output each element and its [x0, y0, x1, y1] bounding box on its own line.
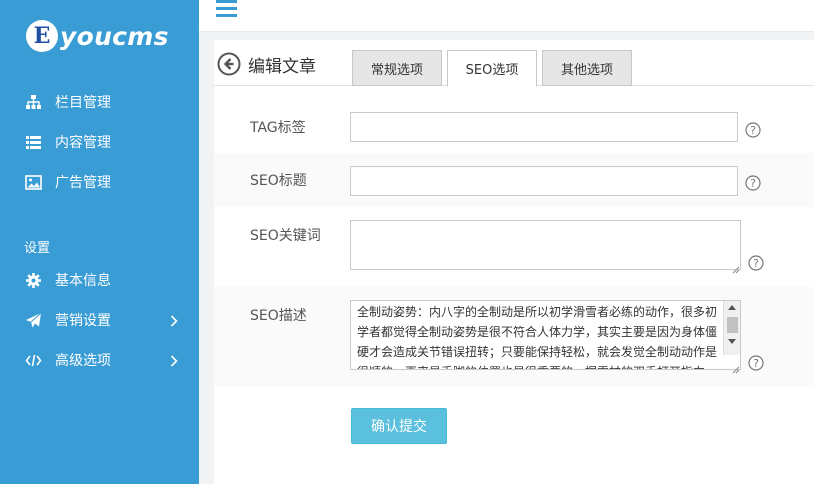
- sidebar-item-label: 广告管理: [55, 175, 111, 191]
- form-row-seo-description: SEO描述 全制动姿势：内八字的全制动是所以初学滑雪者必练的动作，很多初学者都觉…: [214, 287, 814, 387]
- sidebar-item-marketing[interactable]: 营销设置: [0, 300, 199, 340]
- resize-grip-icon[interactable]: [730, 259, 740, 274]
- tag-label: TAG标签: [250, 120, 306, 136]
- page-header: 编辑文章 常规选项 SEO选项 其他选项: [214, 40, 814, 87]
- main-content: 编辑文章 常规选项 SEO选项 其他选项 TAG标签 ? SEO标题 ? SEO…: [214, 40, 814, 484]
- scroll-down-arrow-icon[interactable]: [728, 339, 736, 344]
- resize-grip-icon[interactable]: [730, 359, 740, 374]
- seo-title-input[interactable]: [350, 166, 738, 196]
- sidebar-item-label: 高级选项: [55, 353, 111, 369]
- svg-text:?: ?: [753, 357, 759, 370]
- seo-description-label: SEO描述: [250, 308, 307, 324]
- sidebar-item-ads[interactable]: 广告管理: [0, 162, 199, 202]
- help-icon[interactable]: ?: [745, 175, 761, 191]
- submit-button[interactable]: 确认提交: [351, 408, 447, 444]
- form-row-seo-keywords: SEO关键词 ?: [214, 207, 814, 287]
- svg-text:?: ?: [750, 124, 756, 137]
- back-arrow-icon[interactable]: [217, 52, 241, 76]
- send-icon: [25, 312, 42, 329]
- tab-seo[interactable]: SEO选项: [447, 50, 537, 87]
- seo-keywords-textarea[interactable]: [350, 220, 741, 270]
- sidebar-item-label: 基本信息: [55, 273, 111, 289]
- textarea-scrollbar[interactable]: [723, 301, 740, 355]
- page-title: 编辑文章: [248, 57, 316, 77]
- tag-input[interactable]: [350, 112, 738, 142]
- gear-icon: [25, 272, 42, 289]
- chevron-right-icon: [167, 313, 181, 327]
- logo-text: youcms: [60, 21, 169, 51]
- chevron-right-icon: [167, 353, 181, 367]
- app-root: E youcms 栏目管理 内容管理 广告管理 设置 基本信息 营销设置 高级选…: [0, 0, 814, 484]
- sidebar-item-label: 内容管理: [55, 135, 111, 151]
- sidebar-item-columns[interactable]: 栏目管理: [0, 82, 199, 122]
- sidebar-item-label: 栏目管理: [55, 95, 111, 111]
- svg-text:?: ?: [750, 177, 756, 190]
- form-row-tag: TAG标签 ?: [214, 101, 814, 153]
- code-icon: [25, 352, 42, 369]
- sidebar-item-basic-info[interactable]: 基本信息: [0, 260, 199, 300]
- seo-description-textarea[interactable]: 全制动姿势：内八字的全制动是所以初学滑雪者必练的动作，很多初学者都觉得全制动姿势…: [350, 300, 741, 370]
- sidebar-item-content[interactable]: 内容管理: [0, 122, 199, 162]
- scrollbar-thumb[interactable]: [727, 317, 738, 333]
- help-icon[interactable]: ?: [748, 255, 764, 271]
- svg-text:?: ?: [753, 257, 759, 270]
- logo-badge: E: [26, 20, 58, 52]
- help-icon[interactable]: ?: [745, 122, 761, 138]
- sidebar-section-title: 设置: [24, 241, 51, 256]
- sidebar: E youcms 栏目管理 内容管理 广告管理 设置 基本信息 营销设置 高级选…: [0, 0, 199, 484]
- tab-other[interactable]: 其他选项: [542, 50, 632, 86]
- sitemap-icon: [25, 94, 42, 111]
- image-icon: [25, 174, 42, 191]
- seo-title-label: SEO标题: [250, 173, 307, 189]
- list-icon: [25, 134, 42, 151]
- seo-keywords-label: SEO关键词: [250, 228, 321, 244]
- sidebar-item-label: 营销设置: [55, 313, 111, 329]
- scroll-up-arrow-icon[interactable]: [728, 305, 736, 310]
- help-icon[interactable]: ?: [748, 355, 764, 371]
- tab-general[interactable]: 常规选项: [352, 50, 442, 86]
- top-bar: [199, 0, 814, 32]
- sidebar-item-advanced[interactable]: 高级选项: [0, 340, 199, 380]
- brand-logo[interactable]: E youcms: [26, 16, 169, 56]
- form-row-seo-title: SEO标题 ?: [214, 153, 814, 207]
- menu-toggle-icon[interactable]: [216, 0, 237, 18]
